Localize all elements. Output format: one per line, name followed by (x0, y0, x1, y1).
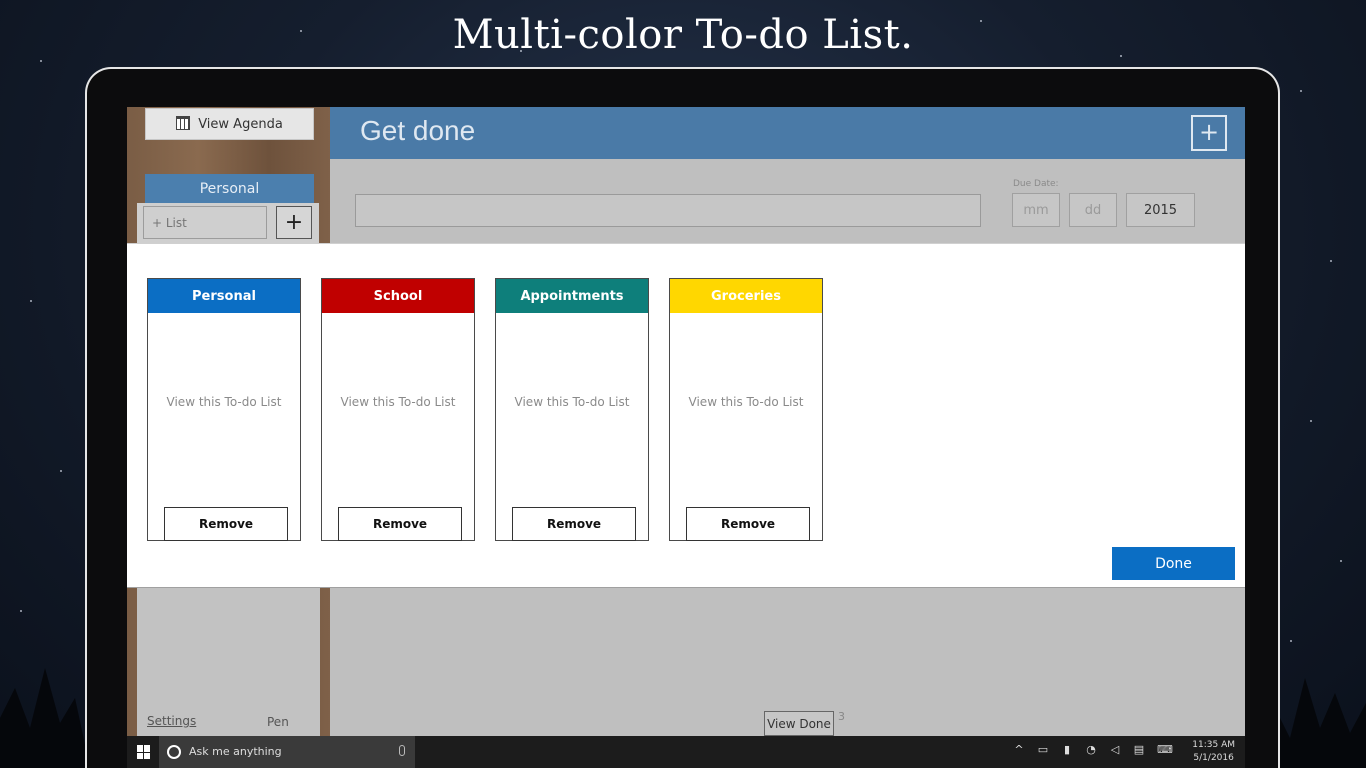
view-agenda-button[interactable]: View Agenda (145, 108, 314, 140)
new-list-input[interactable] (143, 206, 267, 239)
calendar-icon (176, 116, 191, 130)
taskbar-clock[interactable]: 11:35 AM 5/1/2016 (1192, 739, 1235, 765)
due-date-label: Due Date: (1013, 179, 1059, 189)
due-month-field[interactable]: mm (1012, 193, 1060, 227)
view-list-link[interactable]: View this To-do List (322, 395, 474, 409)
list-card-school: School View this To-do List Remove (321, 278, 475, 541)
tablet-icon[interactable]: ▭ (1037, 744, 1049, 756)
add-task-button[interactable]: + (1191, 115, 1227, 151)
task-input[interactable] (355, 194, 981, 227)
list-card-personal: Personal View this To-do List Remove (147, 278, 301, 541)
promo-headline: Multi-color To-do List. (452, 12, 914, 58)
clock-date: 5/1/2016 (1193, 753, 1234, 763)
view-list-link[interactable]: View this To-do List (496, 395, 648, 409)
taskbar-search[interactable]: Ask me anything (159, 736, 415, 768)
list-card-groceries: Groceries View this To-do List Remove (669, 278, 823, 541)
list-card-title[interactable]: School (322, 279, 474, 313)
list-card-title[interactable]: Groceries (670, 279, 822, 313)
add-list-button[interactable]: + (276, 206, 312, 239)
chevron-up-icon[interactable]: ^ (1013, 744, 1025, 756)
header-bar: Get done + (330, 107, 1245, 159)
wifi-icon[interactable]: ◔ (1085, 744, 1097, 756)
microphone-icon[interactable] (399, 745, 405, 756)
remove-list-button[interactable]: Remove (338, 507, 462, 541)
view-list-link[interactable]: View this To-do List (670, 395, 822, 409)
list-card-title[interactable]: Personal (148, 279, 300, 313)
page-title: Get done (360, 115, 476, 146)
list-card-appointments: Appointments View this To-do List Remove (495, 278, 649, 541)
battery-icon[interactable]: ▮ (1061, 744, 1073, 756)
keyboard-icon[interactable]: ⌨ (1157, 744, 1173, 756)
system-tray: ^ ▭ ▮ ◔ ◁ ▤ ⌨ (1013, 744, 1173, 756)
windows-taskbar: Ask me anything ^ ▭ ▮ ◔ ◁ ▤ ⌨ 11:35 AM 5… (127, 736, 1245, 768)
volume-icon[interactable]: ◁ (1109, 744, 1121, 756)
cortana-icon (167, 745, 181, 759)
clock-time: 11:35 AM (1192, 740, 1235, 750)
sidebar-item-personal[interactable]: Personal (145, 174, 314, 204)
view-agenda-label: View Agenda (198, 116, 283, 132)
view-list-link[interactable]: View this To-do List (148, 395, 300, 409)
settings-link[interactable]: Settings (147, 714, 196, 728)
due-day-field[interactable]: dd (1069, 193, 1117, 227)
notification-icon[interactable]: ▤ (1133, 744, 1145, 756)
taskbar-search-placeholder: Ask me anything (189, 745, 282, 758)
remove-list-button[interactable]: Remove (512, 507, 636, 541)
remove-list-button[interactable]: Remove (164, 507, 288, 541)
list-card-title[interactable]: Appointments (496, 279, 648, 313)
pen-toggle[interactable]: Pen (267, 715, 289, 729)
app-screen: View Agenda Personal + Get done + Due Da… (127, 107, 1245, 768)
done-button[interactable]: Done (1112, 547, 1235, 580)
due-year-field[interactable]: 2015 (1126, 193, 1195, 227)
done-count-badge: 3 (838, 710, 845, 723)
lists-dialog: Personal View this To-do List Remove Sch… (127, 243, 1245, 588)
view-done-button[interactable]: View Done (764, 711, 834, 736)
remove-list-button[interactable]: Remove (686, 507, 810, 541)
windows-start-icon[interactable] (137, 745, 151, 759)
